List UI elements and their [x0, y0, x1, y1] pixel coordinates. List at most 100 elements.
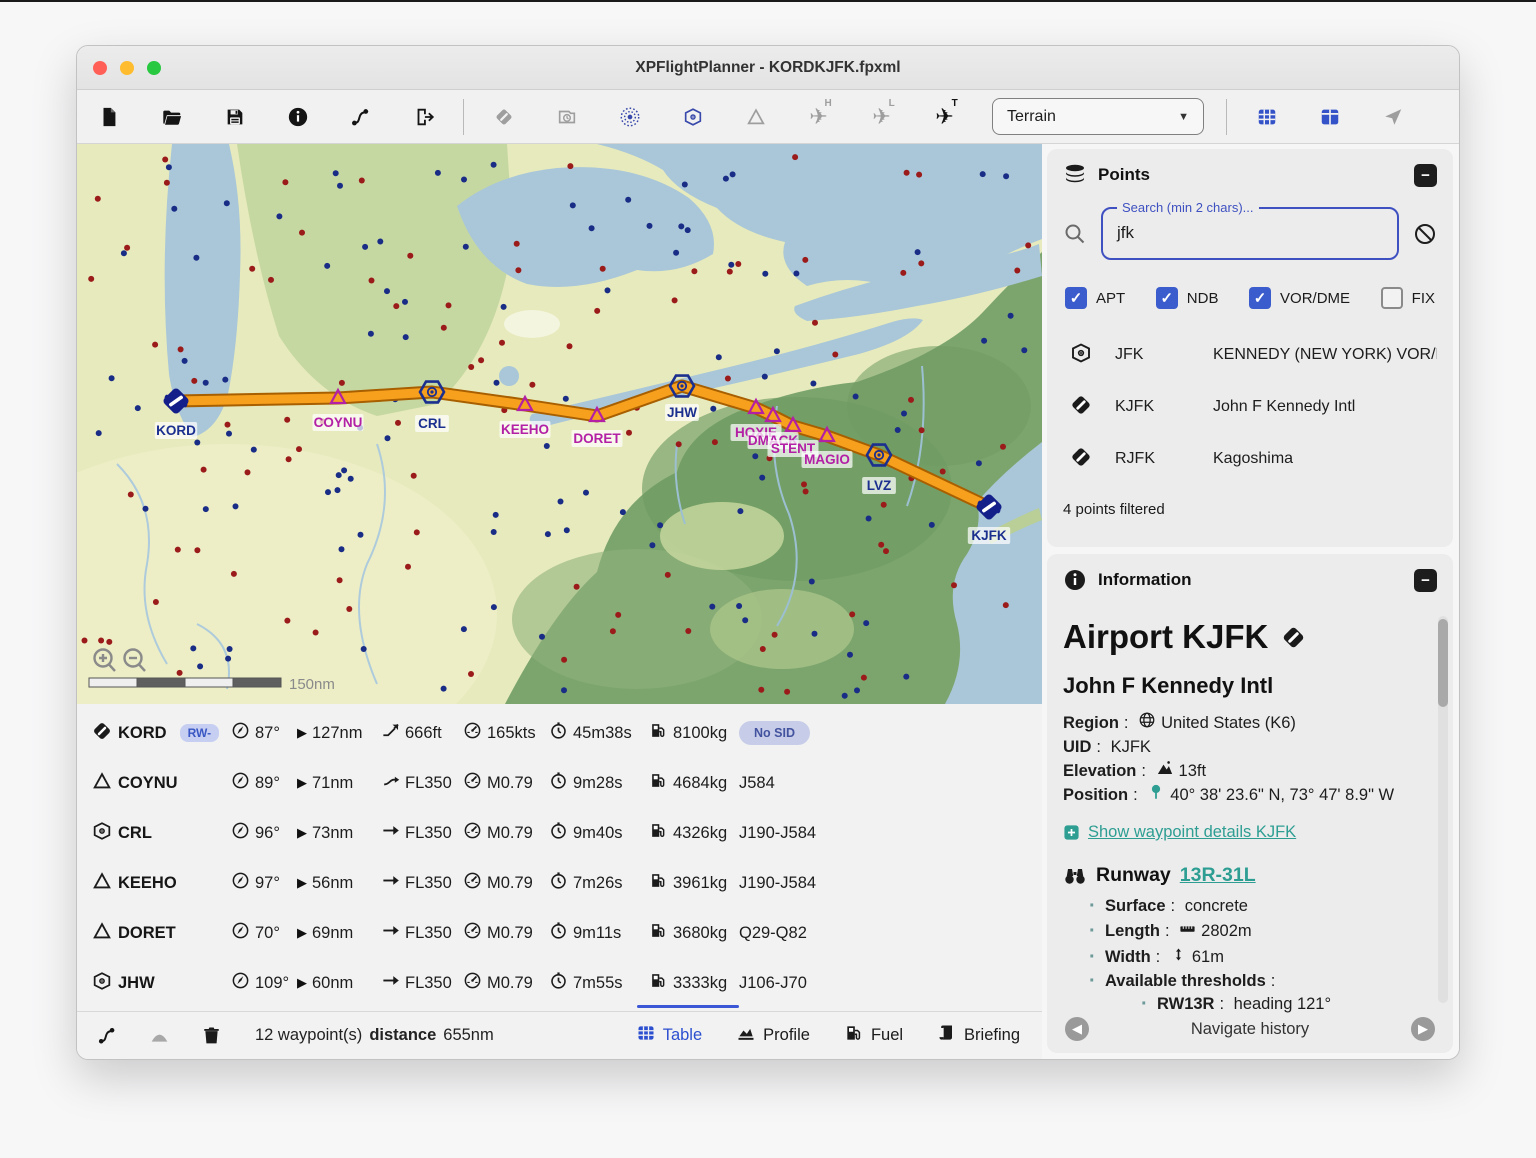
climb-icon [381, 721, 400, 745]
airport-name: John F Kennedy Intl [1063, 673, 1437, 699]
layer-ndb-icon[interactable] [618, 105, 642, 129]
speed-cell: M0.79 [463, 971, 549, 995]
tab-table[interactable]: Table [636, 1023, 702, 1048]
information-panel: Information − Airport KJFK John F Kenned… [1047, 554, 1453, 1053]
fuel-icon [649, 871, 668, 895]
tab-fuel[interactable]: Fuel [844, 1023, 903, 1048]
route-button[interactable] [349, 105, 373, 129]
airport-icon [1063, 393, 1093, 422]
layer-vor-icon[interactable] [681, 105, 705, 129]
waypoint-name-cell: COYNU [91, 770, 231, 797]
toolbar: ✈H ✈L ✈T Terrain ▼ [77, 90, 1459, 144]
svg-text:KORD: KORD [156, 423, 196, 438]
compass-icon [231, 821, 250, 845]
history-back-button[interactable]: ◀ [1065, 1017, 1089, 1041]
delete-route-button[interactable] [199, 1024, 223, 1048]
table-row[interactable]: DORET70°▶69nmFL350M0.799m11s3680kgQ29-Q8… [77, 908, 1042, 958]
filter-fix[interactable]: FIX [1381, 287, 1435, 309]
svg-text:DORET: DORET [573, 431, 621, 446]
app-window: XPFlightPlanner - KORDKJFK.fpxml ✈H✈L✈T … [76, 45, 1460, 1060]
airway-cell: Q29-Q82 [739, 924, 1042, 943]
checkbox-icon[interactable]: ✓ [1065, 287, 1087, 309]
mountain-icon [1156, 759, 1174, 784]
history-forward-button[interactable]: ▶ [1411, 1017, 1435, 1041]
layer-heliports-icon[interactable] [555, 105, 579, 129]
no-sid-badge[interactable]: No SID [739, 721, 810, 745]
vor-icon [91, 820, 113, 847]
checkbox-icon[interactable] [1381, 287, 1403, 309]
clear-search-icon[interactable] [1413, 222, 1437, 246]
filter-ndb[interactable]: ✓NDB [1156, 287, 1219, 309]
speed-cell: 165kts [463, 721, 549, 745]
elevation-profile-icon[interactable] [147, 1024, 171, 1048]
waypoint-label: MAGIO [802, 451, 853, 468]
threshold-detail: RW13R: heading 121° [1157, 995, 1437, 1014]
distance-label: distance [369, 1026, 436, 1045]
fuel-cell: 8100kg [649, 721, 739, 745]
tab-briefing[interactable]: Briefing [937, 1023, 1020, 1048]
result-row[interactable]: JFKKENNEDY (NEW YORK) VOR/DM [1063, 329, 1437, 381]
runway-badge[interactable]: RW- [180, 724, 220, 742]
result-row[interactable]: KJFKJohn F Kennedy Intl [1063, 381, 1437, 433]
speed-cell: M0.79 [463, 871, 549, 895]
runway-details: Surface: concreteLength: 2802mWidth: 61m… [1063, 897, 1437, 1014]
collapse-points-button[interactable]: − [1414, 164, 1437, 187]
altitude-cell: FL350 [381, 971, 463, 995]
distance-cell: ▶127nm [297, 724, 381, 743]
table-horizontal-scrollbar[interactable] [637, 1005, 739, 1009]
airway-cell: No SID [739, 721, 1042, 745]
speed-cell: M0.79 [463, 821, 549, 845]
brief-icon [937, 1023, 957, 1048]
export-button[interactable] [412, 105, 436, 129]
layer-airports-icon[interactable] [492, 105, 516, 129]
gauge-icon [463, 871, 482, 895]
layer-aircraft-icon[interactable]: ✈T [933, 105, 957, 129]
info-scrollbar-thumb[interactable] [1438, 619, 1448, 707]
route-icon[interactable] [95, 1024, 119, 1048]
fuel-icon [649, 971, 668, 995]
gauge-icon [463, 771, 482, 795]
table-row[interactable]: CRL96°▶73nmFL350M0.799m40s4326kgJ190-J58… [77, 808, 1042, 858]
stopwatch-icon [549, 821, 568, 845]
locate-button[interactable] [1381, 105, 1405, 129]
info-scrollbar[interactable] [1438, 616, 1448, 1003]
collapse-info-button[interactable]: − [1414, 569, 1437, 592]
table-row[interactable]: JHW109°▶60nmFL350M0.797m55s3333kgJ106-J7… [77, 958, 1042, 1008]
map-canvas[interactable]: KORDCOYNUCRLKEEHODORETJHWHOXIEDMACKSTENT… [77, 144, 1042, 704]
runway-link[interactable]: 13R-31L [1180, 864, 1256, 887]
layer-low-airways-icon[interactable]: ✈L [870, 105, 894, 129]
field-region: Region: United States (K6) [1063, 711, 1437, 736]
table-view-button[interactable] [1255, 105, 1279, 129]
result-row[interactable]: RJFKKagoshima [1063, 433, 1437, 485]
show-waypoint-details-link[interactable]: Show waypoint details KJFK [1063, 823, 1437, 842]
search-input-label: Search (min 2 chars)... [1117, 200, 1259, 215]
filter-vor-dme[interactable]: ✓VOR/DME [1249, 287, 1350, 309]
checkbox-icon[interactable]: ✓ [1249, 287, 1271, 309]
compass-icon [231, 871, 250, 895]
save-button[interactable] [223, 105, 247, 129]
checkbox-icon[interactable]: ✓ [1156, 287, 1178, 309]
filter-apt[interactable]: ✓APT [1065, 287, 1125, 309]
search-input[interactable]: Search (min 2 chars)... jfk [1101, 207, 1399, 260]
navigate-history: ◀ Navigate history ▶ [1065, 1017, 1435, 1041]
waypoint-name-cell: KORDRW- [91, 720, 231, 747]
layer-high-airways-icon[interactable]: ✈H [807, 105, 831, 129]
table-row[interactable]: COYNU89°▶71nmFL350M0.799m28s4684kgJ584 [77, 758, 1042, 808]
waypoint-name-cell: CRL [91, 820, 231, 847]
new-file-button[interactable] [97, 105, 121, 129]
open-file-button[interactable] [160, 105, 184, 129]
vor-icon [91, 970, 113, 997]
updown-icon [1170, 946, 1187, 968]
altitude-cell: FL350 [381, 771, 463, 795]
split-view-button[interactable] [1318, 105, 1342, 129]
layer-fix-icon[interactable] [744, 105, 768, 129]
table-row[interactable]: KORDRW-87°▶127nm666ft165kts45m38s8100kgN… [77, 708, 1042, 758]
file-info-button[interactable] [286, 105, 310, 129]
tab-profile[interactable]: Profile [736, 1023, 810, 1048]
airport-fields: Region: United States (K6)UID: KJFKEleva… [1063, 711, 1437, 808]
table-row[interactable]: KEEHO97°▶56nmFL350M0.797m26s3961kgJ190-J… [77, 858, 1042, 908]
time-cell: 9m28s [549, 771, 649, 795]
terrain-select[interactable]: Terrain ▼ [992, 98, 1204, 135]
runway-detail: Available thresholds: [1105, 972, 1437, 991]
gauge-icon [463, 971, 482, 995]
